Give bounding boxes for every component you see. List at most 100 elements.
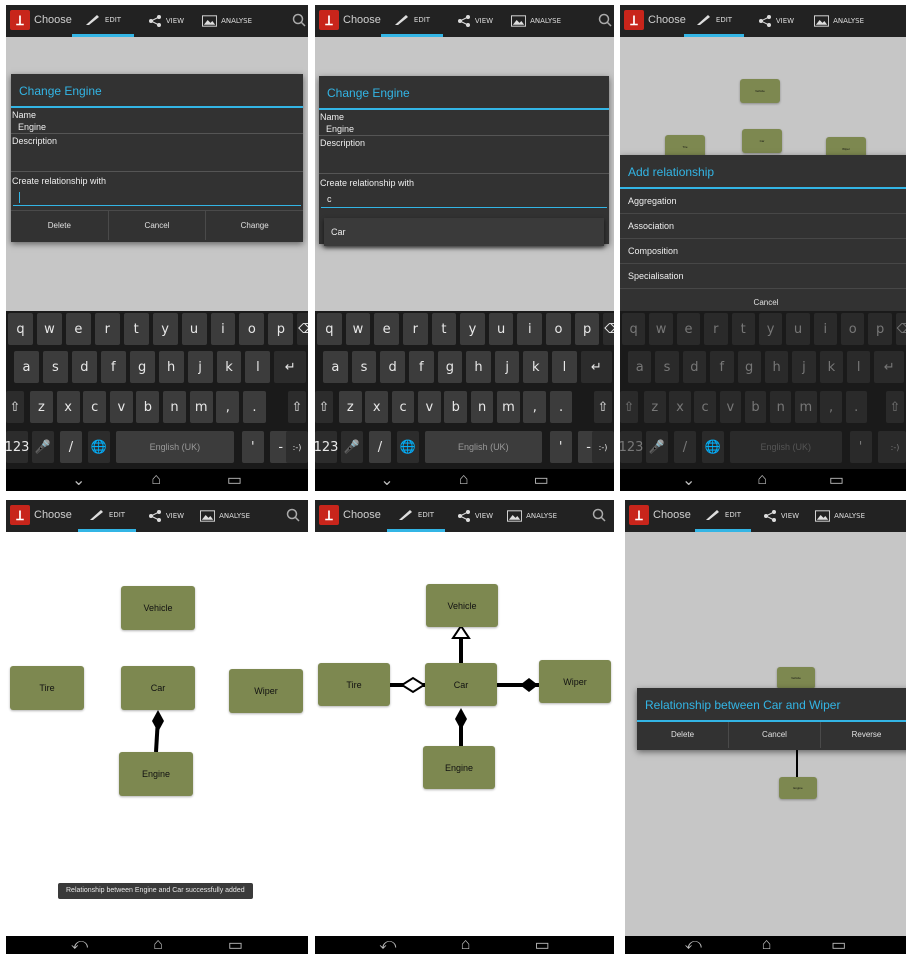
key-5[interactable]: n [769, 391, 792, 423]
node-engine[interactable]: Engine [119, 752, 193, 796]
cancel-button[interactable]: Cancel [729, 722, 821, 748]
shift-key-right[interactable]: ⇧ [886, 391, 904, 423]
key-7[interactable]: , [523, 391, 547, 423]
node-engine[interactable]: Engine [779, 777, 817, 799]
recents-icon[interactable]: ▭ [228, 935, 243, 954]
node-car[interactable]: Car [121, 666, 195, 710]
key-6[interactable]: j [494, 351, 520, 383]
apostrophe-key[interactable]: ' [241, 431, 264, 463]
option-composition[interactable]: Composition [620, 239, 906, 264]
key-5[interactable]: h [764, 351, 789, 383]
key-7[interactable]: k [216, 351, 242, 383]
enter-key[interactable]: ↵ [274, 351, 306, 383]
search-icon[interactable] [286, 508, 300, 522]
node-car[interactable]: Car [742, 129, 782, 153]
key-4[interactable]: g [129, 351, 155, 383]
microphone-icon[interactable]: 🎤 [341, 431, 363, 463]
node-tire[interactable]: Tire [10, 666, 84, 710]
diagram-canvas[interactable]: Change Engine Name Engine Description Cr… [6, 37, 308, 311]
description-field[interactable] [11, 146, 303, 172]
recents-icon[interactable]: ▭ [831, 935, 846, 954]
slash-key[interactable]: / [369, 431, 391, 463]
node-car[interactable]: Car [425, 663, 497, 706]
name-field[interactable]: Engine [319, 122, 609, 136]
choose-label[interactable]: Choose [343, 509, 381, 521]
diagram-canvas[interactable]: Vehicle Tire Car Wiper Engine [315, 532, 614, 936]
search-icon[interactable] [292, 13, 306, 27]
apostrophe-key[interactable]: ' [849, 431, 872, 463]
tab-view[interactable]: VIEW [455, 500, 495, 532]
key-4[interactable]: b [136, 391, 160, 423]
choose-label[interactable]: Choose [343, 14, 381, 26]
tab-edit[interactable]: EDIT [387, 500, 445, 532]
key-1[interactable]: x [56, 391, 80, 423]
key-4[interactable]: g [737, 351, 761, 383]
tab-analyse[interactable]: ANALYSE [511, 5, 561, 37]
key-6[interactable]: j [792, 351, 816, 383]
microphone-icon[interactable]: 🎤 [32, 431, 54, 463]
key-4[interactable]: b [444, 391, 468, 423]
key-0[interactable]: z [339, 391, 362, 423]
globe-icon[interactable]: 🌐 [702, 431, 724, 463]
choose-label[interactable]: Choose [648, 14, 686, 26]
smiley-key[interactable]: :-) [884, 431, 906, 463]
tab-analyse[interactable]: ANALYSE [200, 500, 250, 532]
recents-icon[interactable]: ▭ [535, 935, 550, 954]
back-icon[interactable]: ⤺ [71, 936, 88, 954]
tab-analyse[interactable]: ANALYSE [814, 5, 864, 37]
key-3[interactable]: v [418, 391, 441, 423]
shift-key[interactable]: ⇧ [620, 391, 638, 423]
diagram-canvas[interactable]: Vehicle Engine Relationship between Car … [625, 532, 906, 936]
node-vehicle[interactable]: Vehicle [121, 586, 195, 630]
recents-icon[interactable]: ▭ [227, 470, 242, 490]
tab-view[interactable]: VIEW [756, 5, 796, 37]
key-6[interactable]: j [187, 351, 213, 383]
key-3[interactable]: v [109, 391, 133, 423]
tab-edit[interactable]: EDIT [695, 500, 751, 532]
tab-edit[interactable]: EDIT [78, 500, 136, 532]
shift-key-right[interactable]: ⇧ [288, 391, 306, 423]
app-logo-icon[interactable]: Ʇ [10, 10, 30, 30]
key-8[interactable]: l [245, 351, 271, 383]
enter-key[interactable]: ↵ [874, 351, 904, 383]
suggestion-car[interactable]: Car [324, 218, 604, 246]
node-wiper[interactable]: Wiper [229, 669, 303, 713]
node-tire[interactable]: Tire [318, 663, 390, 706]
key-7[interactable]: k [523, 351, 549, 383]
search-icon[interactable] [598, 13, 612, 27]
key-2[interactable]: d [380, 351, 405, 383]
key-0[interactable]: z [644, 391, 666, 423]
key-4[interactable]: g [437, 351, 463, 383]
home-icon[interactable]: ⌂ [762, 936, 772, 954]
key-2[interactable]: c [83, 391, 107, 423]
back-icon[interactable]: ⌄ [682, 470, 695, 490]
tab-analyse[interactable]: ANALYSE [202, 5, 252, 37]
key-1[interactable]: s [351, 351, 377, 383]
relationship-input[interactable]: c [321, 190, 607, 208]
node-vehicle[interactable]: Vehicle [426, 584, 498, 627]
smiley-key[interactable]: :-) [592, 431, 614, 463]
shift-key[interactable]: ⇧ [6, 391, 24, 423]
app-logo-icon[interactable]: Ʇ [319, 10, 339, 30]
key-0[interactable]: a [628, 351, 652, 383]
key-5[interactable]: n [163, 391, 186, 423]
tab-edit[interactable]: EDIT [72, 5, 134, 37]
microphone-icon[interactable]: 🎤 [646, 431, 668, 463]
apostrophe-key[interactable]: ' [549, 431, 572, 463]
key-6[interactable]: m [189, 391, 213, 423]
node-vehicle[interactable]: Vehicle [740, 79, 780, 103]
key-4[interactable]: b [744, 391, 767, 423]
key-3[interactable]: v [719, 391, 742, 423]
node-vehicle[interactable]: Vehicle [777, 667, 815, 689]
key-2[interactable]: c [694, 391, 716, 423]
app-logo-icon[interactable]: Ʇ [624, 10, 644, 30]
delete-button[interactable]: Delete [11, 211, 109, 240]
node-wiper[interactable]: Wiper [539, 660, 611, 703]
key-7[interactable]: , [216, 391, 240, 423]
mode-123-key[interactable]: 123 [620, 431, 643, 463]
key-8[interactable]: l [847, 351, 871, 383]
option-association[interactable]: Association [620, 214, 906, 239]
reverse-button[interactable]: Reverse [821, 722, 906, 748]
back-icon[interactable]: ⤺ [685, 936, 702, 954]
tab-view[interactable]: VIEW [761, 500, 801, 532]
